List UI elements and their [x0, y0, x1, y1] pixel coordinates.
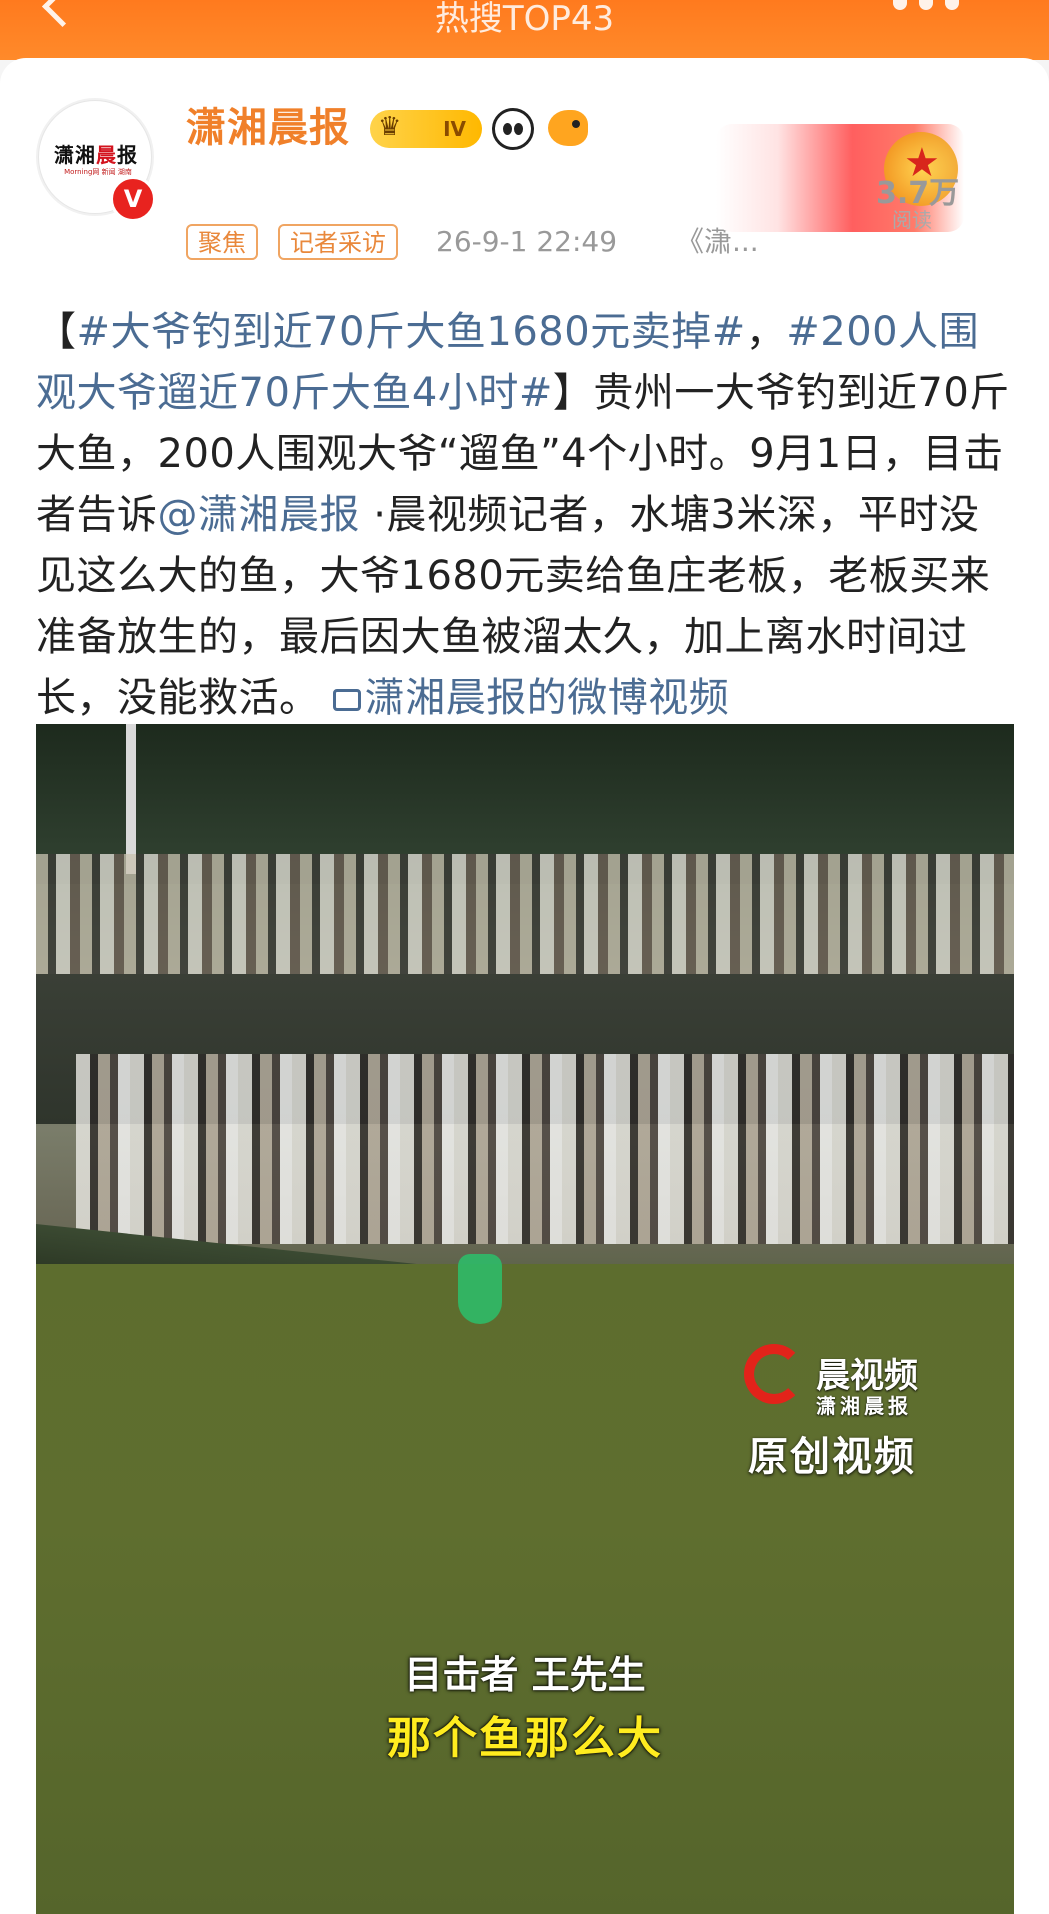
video-crowd-lower — [76, 1054, 1014, 1244]
post-body: 【#大爷钓到近70斤大鱼1680元卖掉#，#200人围观大爷遛近70斤大鱼4小时… — [36, 302, 1016, 729]
caption-speaker: 目击者 王先生 — [404, 1653, 646, 1697]
hot-search-rank-title: 热搜TOP43 — [434, 0, 615, 39]
watermark-subtitle: 潇湘晨报 — [816, 1394, 912, 1418]
text-comma: ， — [745, 309, 787, 355]
video-link-icon[interactable] — [332, 689, 361, 711]
read-label: 阅读 — [892, 208, 932, 232]
more-options-icon[interactable] — [893, 0, 959, 10]
author-name[interactable]: 潇湘晨报 — [186, 100, 350, 156]
video-player[interactable]: 晨视频 潇湘晨报 原创视频 目击者 王先生 那个鱼那么大 — [36, 724, 1014, 1914]
tag-reporter-interview[interactable]: 记者采访 — [278, 224, 398, 260]
video-link[interactable]: 潇湘晨报的微博视频 — [365, 675, 730, 721]
text-bracket: 【 — [36, 309, 77, 355]
verified-badge-icon: V — [110, 176, 156, 222]
hashtag-link-1[interactable]: #大爷钓到近70斤大鱼1680元卖掉# — [77, 309, 746, 355]
fish-badge-icon[interactable] — [548, 110, 588, 146]
video-pole — [126, 724, 136, 874]
watermark-logo-icon — [744, 1344, 804, 1404]
tag-focus[interactable]: 聚焦 — [186, 224, 258, 260]
watermark-original: 原创视频 — [748, 1434, 916, 1480]
caption-line: 那个鱼那么大 — [387, 1713, 663, 1764]
post-timestamp: 26-9-1 22:49 — [436, 225, 618, 258]
member-level-badge[interactable]: IV — [370, 108, 482, 148]
panda-badge-icon[interactable] — [492, 108, 534, 150]
fishing-net — [458, 1254, 502, 1324]
avatar-logo: 潇湘晨报 — [54, 143, 138, 167]
mention-link[interactable]: @潇湘晨报 — [158, 492, 361, 538]
video-crowd-upper — [36, 854, 1014, 984]
top-bar: 热搜TOP43 — [0, 0, 1049, 60]
